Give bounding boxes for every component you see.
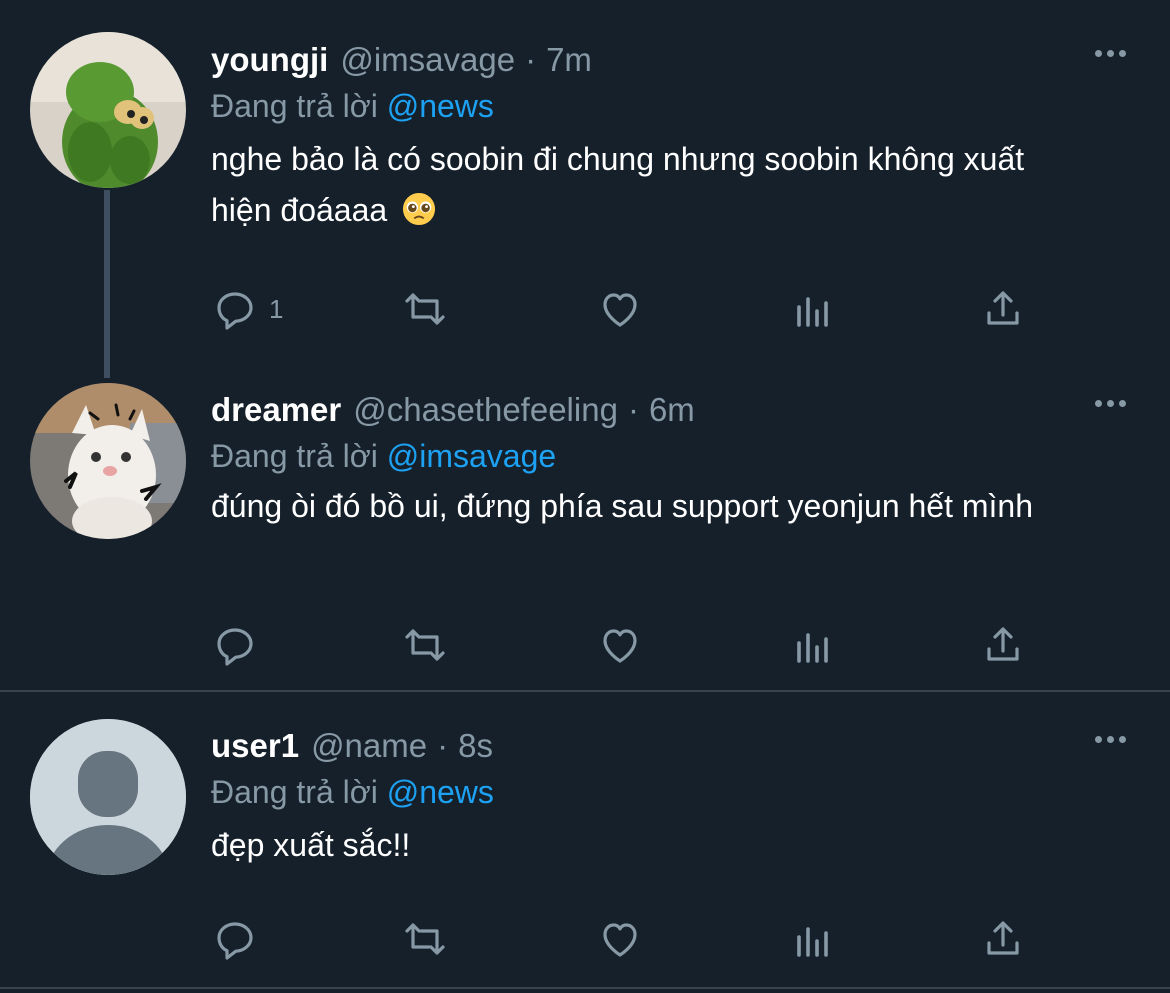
retweet-icon <box>405 629 445 661</box>
retweet-icon <box>405 293 445 325</box>
like-icon <box>603 293 637 327</box>
user-handle[interactable]: @imsavage <box>340 40 515 80</box>
reply-mention[interactable]: @news <box>387 88 494 124</box>
tweet-text-body: nghe bảo là có soobin đi chung nhưng soo… <box>211 141 1025 228</box>
timestamp[interactable]: 7m <box>546 40 592 80</box>
timestamp[interactable]: 6m <box>649 390 695 430</box>
analytics-button[interactable] <box>789 620 837 670</box>
analytics-icon <box>797 927 828 957</box>
retweet-button[interactable] <box>401 620 449 670</box>
retweet-icon <box>405 923 445 955</box>
thread-line <box>104 190 110 378</box>
separator: · <box>437 727 449 764</box>
reply-mention[interactable]: @imsavage <box>387 438 556 474</box>
separator: · <box>525 41 537 78</box>
separator: · <box>627 391 639 428</box>
retweet-button[interactable] <box>401 914 449 964</box>
tweet-text: nghe bảo là có soobin đi chung nhưng soo… <box>211 134 1091 236</box>
timestamp[interactable]: 8s <box>458 726 493 766</box>
display-name[interactable]: user1 <box>211 726 299 766</box>
display-name[interactable]: dreamer <box>211 390 341 430</box>
reply-button[interactable]: 1 <box>211 284 283 334</box>
like-button[interactable] <box>596 914 644 964</box>
reply-button[interactable] <box>211 914 269 964</box>
like-button[interactable] <box>596 620 644 670</box>
reply-icon <box>217 628 253 666</box>
reply-prefix: Đang trả lời <box>211 88 378 124</box>
tweet-text: đúng òi đó bồ ui, đứng phía sau support … <box>211 488 1034 524</box>
tweet[interactable]: youngji @imsavage · 7m Đang trả lời @new… <box>0 0 1170 380</box>
share-button[interactable] <box>979 914 1027 964</box>
like-button[interactable] <box>596 284 644 334</box>
reply-icon <box>217 292 253 330</box>
tweet-feed: youngji @imsavage · 7m Đang trả lời @new… <box>0 0 1170 993</box>
share-button[interactable] <box>979 620 1027 670</box>
share-button[interactable] <box>979 284 1027 334</box>
analytics-icon <box>797 297 828 327</box>
reply-button[interactable] <box>211 620 269 670</box>
tweet-actions <box>211 620 1071 670</box>
more-icon[interactable] <box>1095 736 1126 743</box>
more-icon[interactable] <box>1095 400 1126 407</box>
avatar[interactable] <box>30 383 186 539</box>
user-handle[interactable]: @name <box>311 726 427 766</box>
tweet-actions: 1 <box>211 284 1071 334</box>
like-icon <box>603 629 637 663</box>
tweet[interactable]: user1 @name · 8s Đang trả lời @news đẹp … <box>0 692 1170 987</box>
user-handle[interactable]: @chasethefeeling <box>353 390 618 430</box>
reply-count: 1 <box>269 293 284 324</box>
reply-mention[interactable]: @news <box>387 774 494 810</box>
tweet-text: đẹp xuất sắc!! <box>211 827 411 863</box>
tweet-divider <box>0 987 1170 989</box>
more-icon[interactable] <box>1095 50 1126 57</box>
analytics-button[interactable] <box>789 284 837 334</box>
pleading-face-emoji <box>403 192 436 226</box>
analytics-button[interactable] <box>789 914 837 964</box>
tweet-actions <box>211 914 1071 964</box>
retweet-button[interactable] <box>401 284 449 334</box>
analytics-icon <box>797 633 828 663</box>
like-icon <box>603 923 637 957</box>
reply-prefix: Đang trả lời <box>211 438 378 474</box>
avatar[interactable] <box>30 719 186 875</box>
reply-prefix: Đang trả lời <box>211 774 378 810</box>
reply-icon <box>217 922 253 960</box>
tweet[interactable]: dreamer @chasethefeeling · 6m Đang trả l… <box>0 380 1170 690</box>
avatar[interactable] <box>30 32 186 188</box>
share-icon <box>987 921 1019 955</box>
share-icon <box>987 627 1019 661</box>
share-icon <box>987 291 1019 325</box>
display-name[interactable]: youngji <box>211 40 328 80</box>
